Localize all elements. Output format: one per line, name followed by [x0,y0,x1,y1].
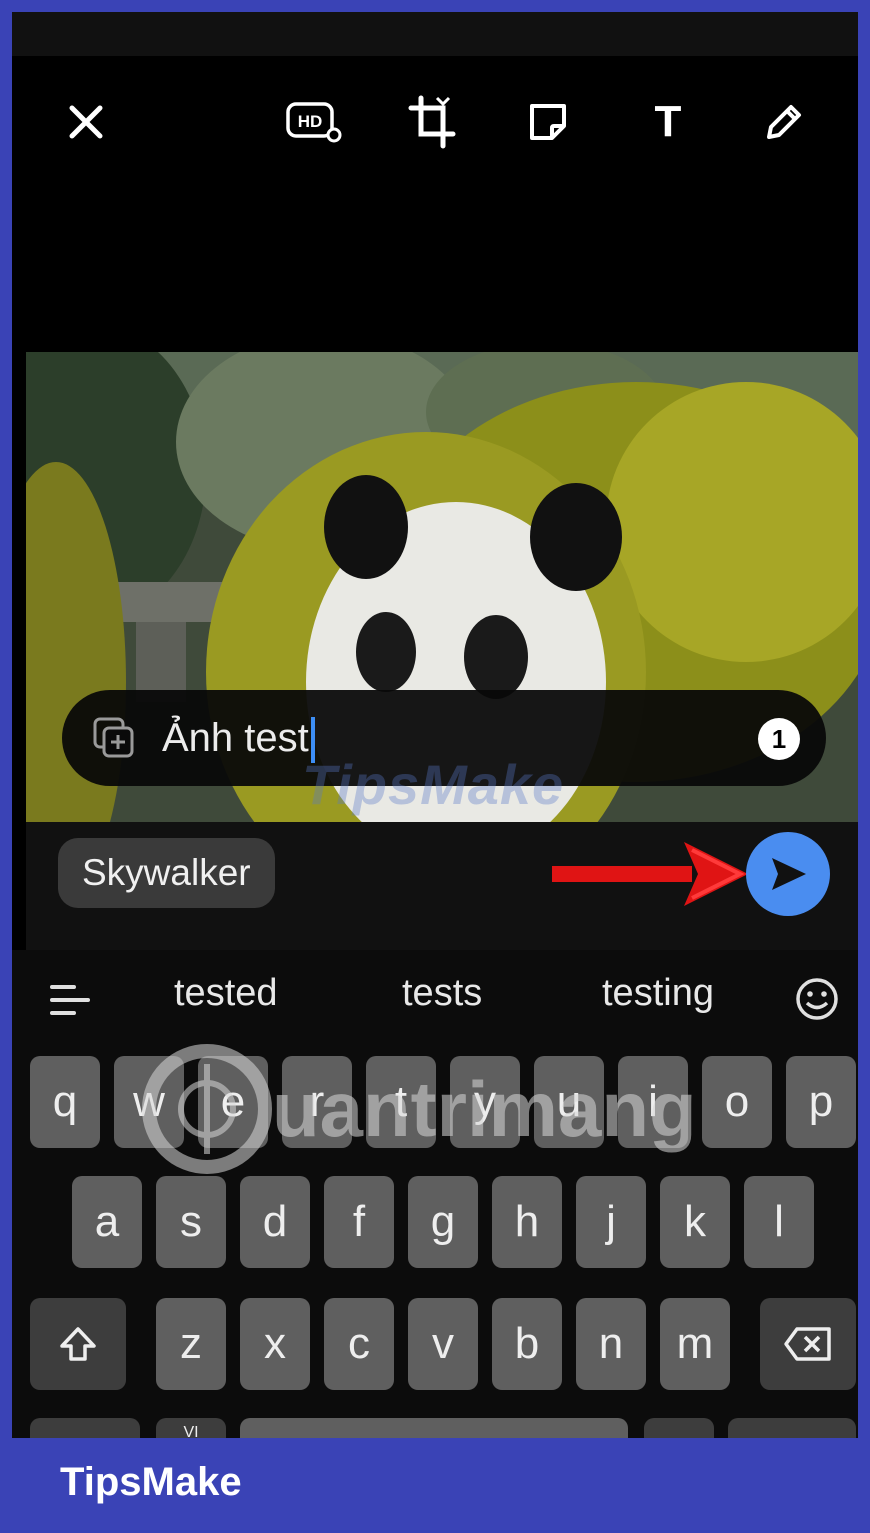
close-icon[interactable] [56,92,116,152]
hd-quality-icon[interactable]: HD [284,92,344,152]
hd-label: HD [298,112,323,131]
key-n[interactable]: n [576,1298,646,1390]
key-v[interactable]: v [408,1298,478,1390]
suggestion-bar: tested tests testing [12,950,858,1050]
key-z[interactable]: z [156,1298,226,1390]
key-j[interactable]: j [576,1176,646,1268]
caption-value: Ảnh test [162,716,309,760]
backspace-icon [784,1327,831,1361]
language-key[interactable]: VI [156,1418,226,1438]
gallery-add-icon[interactable] [92,716,136,760]
backspace-key[interactable] [760,1298,856,1390]
suggestion-3[interactable]: testing [602,972,714,1015]
key-o[interactable]: o [702,1056,772,1148]
enter-key[interactable] [728,1418,856,1438]
status-bar [12,12,858,56]
tipsmake-watermark: TipsMake [302,753,565,816]
key-k[interactable]: k [660,1176,730,1268]
text-tool-icon[interactable]: T [638,92,698,152]
editor-toolbar: HD T [12,72,858,172]
key-m[interactable]: m [660,1298,730,1390]
key-e[interactable]: e [198,1056,268,1148]
suggestion-1[interactable]: tested [174,972,278,1015]
key-b[interactable]: b [492,1298,562,1390]
view-once-badge[interactable]: 1 [758,718,800,760]
key-t[interactable]: t [366,1056,436,1148]
key-u[interactable]: u [534,1056,604,1148]
key-q[interactable]: q [30,1056,100,1148]
key-l[interactable]: l [744,1176,814,1268]
key-r[interactable]: r [282,1056,352,1148]
annotation-arrow [552,842,748,906]
emoji-icon[interactable] [794,976,840,1027]
key-a[interactable]: a [72,1176,142,1268]
key-d[interactable]: d [240,1176,310,1268]
key-h[interactable]: h [492,1176,562,1268]
pencil-icon[interactable] [754,92,814,152]
key-y[interactable]: y [450,1056,520,1148]
text-tool-label: T [654,97,682,146]
key-x[interactable]: x [240,1298,310,1390]
space-key[interactable] [240,1418,628,1438]
key-i[interactable]: i [618,1056,688,1148]
key-p[interactable]: p [786,1056,856,1148]
key-f[interactable]: f [324,1176,394,1268]
caption-field[interactable]: Ảnh test [162,712,315,764]
keyboard: q w e r t y u i o p a s d f g h j k l z … [12,1050,858,1438]
sticker-icon[interactable] [518,92,578,152]
shift-icon [60,1327,96,1361]
phone-screen: HD T Ảnh test 1 TipsMake Skywalker teste… [12,12,858,1438]
footer-brand: TipsMake [60,1460,242,1504]
key-g[interactable]: g [408,1176,478,1268]
send-button[interactable] [746,832,830,916]
menu-icon[interactable] [50,984,92,1021]
key-w[interactable]: w [114,1056,184,1148]
crop-rotate-icon[interactable] [402,92,462,152]
key-c[interactable]: c [324,1298,394,1390]
key-s[interactable]: s [156,1176,226,1268]
symbols-key[interactable] [30,1418,140,1438]
shift-key[interactable] [30,1298,126,1390]
recipient-chip[interactable]: Skywalker [58,838,275,908]
period-key[interactable] [644,1418,714,1438]
send-icon [772,858,806,890]
suggestion-2[interactable]: tests [402,972,482,1015]
